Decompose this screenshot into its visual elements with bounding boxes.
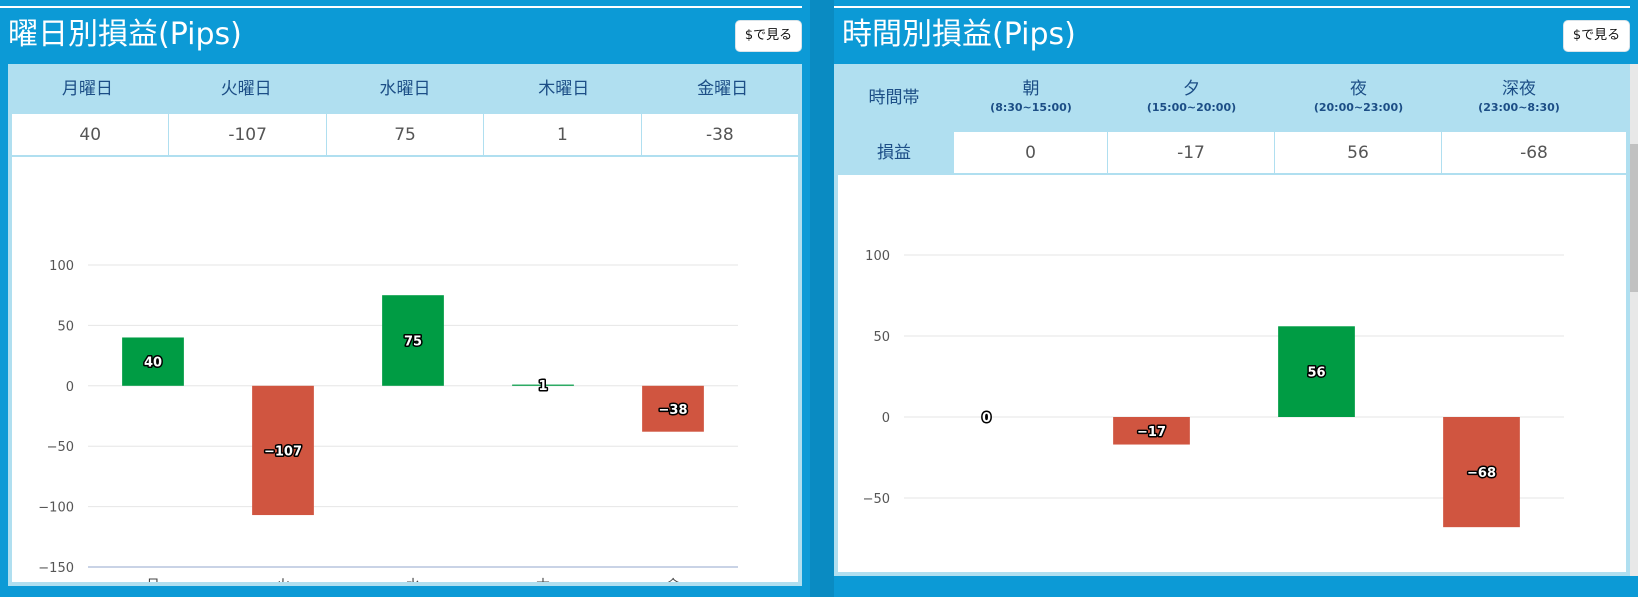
time-ytick-label: 100 [865, 249, 890, 264]
header-evening-range: (15:00~20:00) [1146, 101, 1237, 114]
time-ytick-label: 50 [873, 330, 890, 345]
pl-row-label: 損益 [877, 143, 911, 163]
day-ytick-label: 50 [57, 319, 74, 334]
value-thursday: 1 [484, 114, 642, 155]
header-wednesday: 水曜日 [379, 79, 431, 99]
value-night: 56 [1275, 132, 1442, 173]
time-data-label: 56 [1307, 366, 1325, 381]
day-pl-title: 曜日別損益(Pips) [8, 17, 242, 52]
time-pl-title: 時間別損益(Pips) [842, 17, 1076, 52]
day-table-header: 月曜日 火曜日 水曜日 木曜日 金曜日 [8, 64, 802, 114]
time-bar-chart: 100500−50−1000朝−17夕56夜−68深夜 [854, 249, 1564, 597]
value-tuesday: -107 [169, 114, 327, 155]
header-night-range: (20:00~23:00) [1313, 101, 1404, 114]
value-morning: 0 [954, 132, 1108, 173]
header-night: 夜 (20:00~23:00) [1275, 64, 1442, 132]
header-evening: 夕 (15:00~20:00) [1108, 64, 1275, 132]
header-morning-name: 朝 [1022, 79, 1040, 99]
time-chart-area: 100500−50−1000朝−17夕56夜−68深夜 [838, 175, 1626, 597]
time-data-label: 0 [982, 411, 991, 426]
header-late-night: 深夜 (23:00~8:30) [1442, 64, 1596, 132]
header-tuesday: 火曜日 [220, 79, 272, 99]
day-ytick-label: −50 [47, 440, 74, 455]
vertical-scrollbar[interactable] [1630, 64, 1638, 576]
header-evening-name: 夕 [1183, 79, 1200, 99]
day-data-label: 1 [538, 379, 547, 394]
panel-top-line [0, 6, 802, 8]
header-friday: 金曜日 [697, 79, 749, 99]
panel-top-line [834, 6, 1630, 8]
view-usd-button[interactable]: $で見る [1563, 20, 1630, 52]
day-data-label: −107 [264, 444, 302, 459]
day-category-label: 月 [146, 578, 160, 582]
day-category-label: 火 [276, 578, 290, 582]
day-data-label: −38 [659, 403, 688, 418]
day-ytick-label: −150 [38, 561, 74, 576]
day-of-week-panel: 曜日別損益(Pips) $で見る 月曜日 火曜日 水曜日 木曜日 金曜日 40 … [0, 0, 810, 597]
time-data-label: −68 [1467, 466, 1496, 481]
scrollbar-thumb[interactable] [1630, 144, 1638, 292]
header-late-night-range: (23:00~8:30) [1478, 101, 1560, 114]
time-ytick-label: −50 [863, 492, 890, 507]
day-ytick-label: 0 [66, 380, 74, 395]
view-usd-button[interactable]: $で見る [735, 20, 802, 52]
header-morning: 朝 (8:30~15:00) [954, 64, 1108, 132]
day-category-label: 金 [666, 578, 680, 582]
time-of-day-panel: 時間別損益(Pips) $で見る 時間帯 朝 (8:30~15:00) 夕 (1… [834, 0, 1638, 597]
value-wednesday: 75 [327, 114, 485, 155]
day-data-label: 40 [144, 356, 162, 371]
panel-divider [810, 0, 834, 597]
value-evening: -17 [1108, 132, 1275, 173]
day-pl-card: 月曜日 火曜日 水曜日 木曜日 金曜日 40 -107 75 1 -38 100… [8, 64, 802, 594]
header-late-night-name: 深夜 [1502, 79, 1536, 99]
time-band-label: 時間帯 [868, 88, 920, 108]
header-monday: 月曜日 [61, 79, 113, 99]
header-thursday: 木曜日 [538, 79, 590, 99]
value-friday: -38 [705, 125, 734, 145]
time-table-values: 0 -17 56 -68 [954, 132, 1626, 174]
day-category-label: 木 [536, 578, 550, 582]
time-data-label: −17 [1137, 425, 1166, 440]
day-data-label: 75 [404, 335, 422, 350]
time-ytick-label: 0 [882, 411, 890, 426]
day-table-values: 40 -107 75 1 -38 [12, 114, 798, 156]
day-category-label: 水 [406, 578, 420, 582]
day-ytick-label: 100 [49, 259, 74, 274]
day-ytick-label: −100 [38, 501, 74, 516]
day-bar-chart: 100 50 0 −50 −100 −150 40 月 −107 火 75 水 1 木 −38 金 [38, 259, 738, 594]
value-late-night: -68 [1520, 143, 1548, 163]
header-morning-range: (8:30~15:00) [990, 101, 1072, 114]
header-night-name: 夜 [1350, 79, 1367, 99]
day-chart-area: 100 50 0 −50 −100 −150 40 月 −107 火 75 水 1 木 −38 金 [12, 157, 798, 594]
time-pl-card: 時間帯 朝 (8:30~15:00) 夕 (15:00~20:00) 夜 (20… [834, 64, 1630, 597]
value-monday: 40 [12, 114, 170, 155]
